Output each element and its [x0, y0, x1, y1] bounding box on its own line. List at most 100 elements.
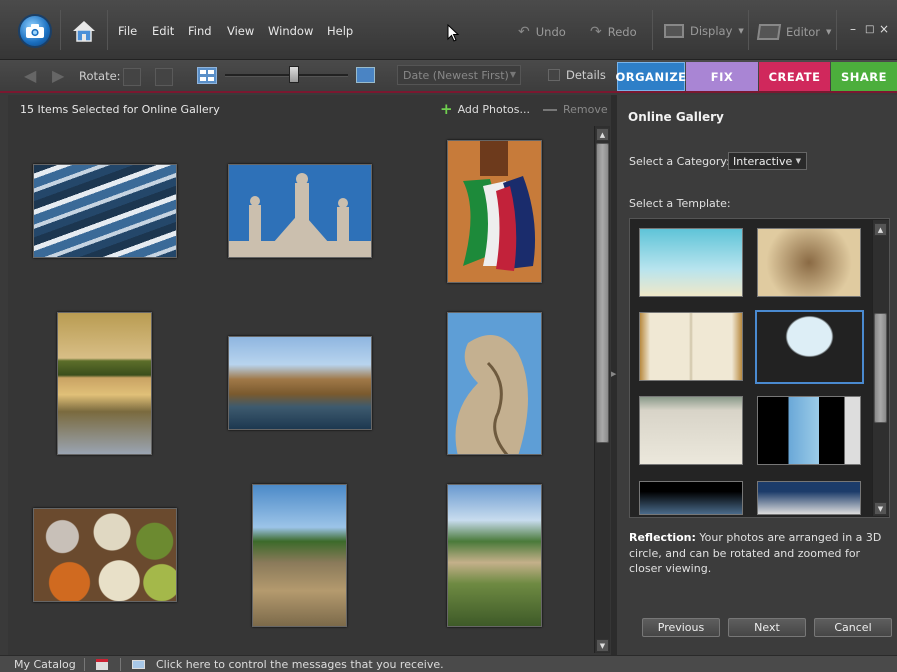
- previous-button[interactable]: Previous: [642, 618, 720, 637]
- message-envelope-icon[interactable]: [132, 660, 145, 669]
- menubar-divider: [652, 10, 653, 50]
- catalog-name[interactable]: My Catalog: [14, 658, 76, 671]
- template-thumbnail[interactable]: [639, 396, 743, 465]
- scroll-down-arrow-icon[interactable]: ▼: [874, 502, 887, 515]
- chevron-down-icon: ▼: [795, 157, 801, 165]
- menu-help[interactable]: Help: [327, 24, 353, 38]
- template-scrollbar-thumb[interactable]: [874, 313, 887, 423]
- remove-button[interactable]: Remove: [543, 103, 608, 116]
- forward-arrow-icon[interactable]: ▶: [52, 68, 68, 84]
- display-menu-button[interactable]: Display ▼: [664, 24, 744, 38]
- panel-title: Online Gallery: [628, 110, 724, 124]
- status-message[interactable]: Click here to control the messages that …: [156, 658, 444, 671]
- template-thumbnail[interactable]: [757, 396, 861, 465]
- template-label: Select a Template:: [629, 197, 731, 210]
- calendar-icon[interactable]: [96, 659, 108, 670]
- undo-label: Undo: [535, 25, 566, 39]
- category-select[interactable]: Interactive ▼: [728, 152, 807, 170]
- mouse-cursor-icon: [447, 23, 460, 45]
- editor-pencil-icon: [756, 24, 782, 40]
- sort-order-select[interactable]: Date (Newest First) ▼: [397, 65, 521, 85]
- template-thumbnail[interactable]: [757, 481, 861, 515]
- details-label: Details: [566, 68, 606, 82]
- slider-thumb[interactable]: [289, 66, 299, 83]
- redo-label: Redo: [607, 25, 637, 39]
- photo-spices[interactable]: [33, 508, 177, 602]
- rotate-left-icon[interactable]: [123, 68, 141, 86]
- media-scrollbar-thumb[interactable]: [596, 143, 609, 443]
- cancel-button[interactable]: Cancel: [814, 618, 892, 637]
- minus-icon: [543, 108, 557, 111]
- home-icon[interactable]: [70, 17, 98, 45]
- sort-order-value: Date (Newest First): [403, 69, 509, 82]
- restore-button[interactable]: □: [865, 24, 874, 35]
- tab-share[interactable]: SHARE: [831, 62, 897, 91]
- display-label: Display: [690, 24, 733, 38]
- tab-share-label: SHARE: [840, 69, 888, 84]
- undo-icon: ↶: [518, 24, 530, 40]
- photo-flags[interactable]: [447, 140, 542, 283]
- menu-view[interactable]: View: [227, 24, 254, 38]
- grid-view-icon[interactable]: [197, 67, 217, 84]
- editor-label: Editor: [786, 25, 821, 39]
- back-arrow-icon[interactable]: ◀: [24, 68, 40, 84]
- add-photos-label: Add Photos...: [457, 103, 530, 116]
- menu-file[interactable]: File: [118, 24, 137, 38]
- app-logo-camera-icon[interactable]: [18, 14, 52, 48]
- single-photo-view-icon[interactable]: [356, 67, 375, 83]
- menubar-divider: [60, 10, 61, 50]
- menu-edit[interactable]: Edit: [152, 24, 174, 38]
- template-description: Reflection: Your photos are arranged in …: [629, 530, 891, 577]
- close-button[interactable]: ×: [879, 22, 889, 36]
- category-label: Select a Category:: [629, 155, 730, 168]
- chevron-down-icon: ▼: [826, 28, 832, 36]
- photo-bridge[interactable]: [57, 312, 152, 455]
- category-value: Interactive: [733, 155, 793, 168]
- chevron-down-icon: ▼: [509, 70, 516, 79]
- template-thumbnail[interactable]: [757, 228, 861, 297]
- tab-organize[interactable]: ORGANIZE: [615, 62, 687, 91]
- tab-create-label: CREATE: [768, 69, 821, 84]
- status-bar: My Catalog Click here to control the mes…: [0, 655, 897, 672]
- redo-button[interactable]: ↷ Redo: [590, 24, 637, 40]
- remove-label: Remove: [563, 103, 608, 116]
- minimize-button[interactable]: –: [850, 22, 856, 36]
- tab-create[interactable]: CREATE: [759, 62, 830, 91]
- template-thumbnail-reflection-selected[interactable]: [755, 310, 864, 384]
- scroll-up-arrow-icon[interactable]: ▲: [596, 128, 609, 141]
- menu-find[interactable]: Find: [188, 24, 212, 38]
- scroll-down-arrow-icon[interactable]: ▼: [596, 639, 609, 652]
- chevron-down-icon: ▼: [738, 27, 744, 35]
- menubar-divider: [836, 10, 837, 50]
- template-name: Reflection:: [629, 531, 696, 544]
- photo-boats[interactable]: [33, 164, 177, 258]
- scroll-up-arrow-icon[interactable]: ▲: [874, 223, 887, 236]
- tab-fix-label: FIX: [710, 69, 734, 84]
- template-thumbnail[interactable]: [639, 481, 743, 515]
- details-checkbox[interactable]: [548, 69, 560, 81]
- menubar-divider: [748, 10, 749, 50]
- add-photos-button[interactable]: + Add Photos...: [440, 100, 530, 118]
- template-thumbnail[interactable]: [639, 312, 743, 381]
- photo-statues[interactable]: [228, 164, 372, 258]
- redo-icon: ↷: [590, 24, 602, 40]
- template-thumbnail[interactable]: [639, 228, 743, 297]
- plus-icon: +: [440, 100, 453, 118]
- tab-organize-label: ORGANIZE: [615, 69, 687, 84]
- status-divider: [120, 658, 121, 671]
- menu-window[interactable]: Window: [268, 24, 313, 38]
- app-window: File Edit Find View Window Help ↶ Undo ↷…: [0, 0, 897, 672]
- tab-fix[interactable]: FIX: [686, 62, 758, 91]
- editor-menu-button[interactable]: Editor ▼: [756, 24, 832, 40]
- photo-garden-wall[interactable]: [252, 484, 347, 627]
- photo-angel-statue[interactable]: [447, 312, 542, 455]
- next-button[interactable]: Next: [728, 618, 806, 637]
- photo-park[interactable]: [447, 484, 542, 627]
- monitor-icon: [664, 24, 684, 38]
- photo-castle[interactable]: [228, 336, 372, 430]
- menubar: File Edit Find View Window Help ↶ Undo ↷…: [0, 0, 897, 60]
- rotate-right-icon[interactable]: [155, 68, 173, 86]
- undo-button[interactable]: ↶ Undo: [518, 24, 566, 40]
- thumbnail-size-slider[interactable]: [225, 74, 348, 77]
- rotate-label: Rotate:: [79, 69, 121, 83]
